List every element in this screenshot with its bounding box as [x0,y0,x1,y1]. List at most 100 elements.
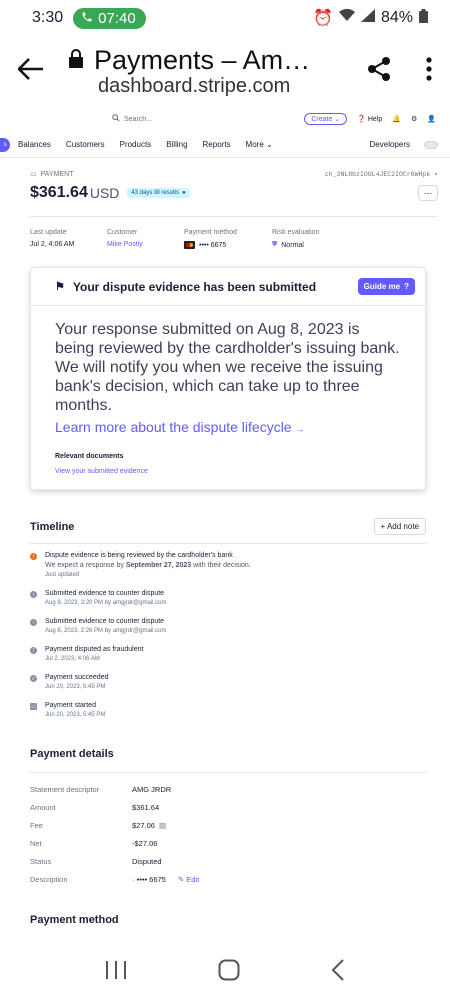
timeline-item: ↑ Submitted evidence to counter dispute … [30,590,438,606]
guide-me-button[interactable]: Guide me? [357,278,415,295]
nav-developers[interactable]: Developers [370,140,410,149]
timeline-item: ! Payment disputed as fraudulent Jul 2, … [30,646,438,662]
timeline-item-title: Payment started [45,702,96,709]
url-text[interactable]: dashboard.stripe.com [98,75,366,98]
timeline-item-sub: We expect a response by September 27, 20… [45,562,251,569]
nav-balances[interactable]: Balances [18,140,51,149]
guide-me-label: Guide me [363,282,401,291]
detail-value: Disputed [132,857,162,866]
last-update-value: Jul 2, 4:06 AM [30,241,75,248]
help-label: Help [367,115,383,123]
search-icon [112,114,120,124]
detail-value: $27.06 [132,821,155,830]
status-badge: 43 days till results ● [127,188,190,198]
dispute-card: ⚑ Your dispute evidence has been submitt… [30,267,426,490]
customer-label: Customer [107,229,138,236]
timeline-item-time: Jul 2, 2023, 4:06 AM [45,656,100,662]
signal-icon [360,9,375,27]
help-button[interactable]: ❓ Help [357,115,383,124]
details-title: Payment details [30,748,114,760]
status-time: 3:30 [32,9,64,26]
divider [30,772,426,773]
dispute-icon: ! [30,647,37,654]
home-icon[interactable] [218,959,240,986]
notifications-icon[interactable]: 🔔 [392,115,401,123]
detail-value: AMG JRDR [132,785,172,794]
submitted-evidence-link[interactable]: View your submitted evidence [55,468,401,475]
dispute-lifecycle-link[interactable]: Learn more about the dispute lifecycle → [55,419,401,435]
search-input[interactable]: Search... [100,114,294,124]
alarm-icon: ⏰ [313,10,333,27]
help-circle-icon: ? [404,282,409,291]
create-button[interactable]: Create ⌄ [304,113,348,125]
nav-customers[interactable]: Customers [66,140,105,149]
timeline-item-time: Just updated [45,572,80,578]
edit-label: Edit [186,875,200,884]
page-title: Payments – Am… [94,44,311,75]
recent-apps-icon[interactable] [105,960,127,985]
nav-products[interactable]: Products [120,140,152,149]
more-actions-button[interactable]: ··· [418,185,438,201]
copy-icon[interactable]: ▪ [434,171,438,178]
dispute-description: Your response submitted on Aug 8, 2023 i… [55,321,400,414]
back-arrow-icon[interactable] [17,57,44,85]
payment-id[interactable]: ch_3NL8bzIOGL4JEC2IOCr6WHpk ▪ [325,171,438,178]
timeline-item-time: Jun 20, 2023, 5:45 PM [45,712,106,718]
check-icon: ✓ [30,675,37,682]
more-vert-icon[interactable] [426,56,432,86]
detail-key: Description [30,875,68,884]
upload-icon: ↑ [30,591,37,598]
sub-date: September 27, 2023 [125,562,192,569]
battery-icon [419,8,428,28]
add-note-button[interactable]: + Add note [373,518,426,535]
payment-label: PAYMENT [40,170,74,178]
nav-billing[interactable]: Billing [166,140,187,149]
dispute-header: ⚑ Your dispute evidence has been submitt… [31,268,425,306]
sub-pre: We expect a response by [45,562,126,569]
arrow-right-icon: → [295,424,305,434]
share-icon[interactable] [366,56,392,87]
detail-key: Status [30,857,52,866]
payment-details: Payment details Statement descriptor AMG … [30,748,438,884]
timeline-item-title: Dispute evidence is being reviewed by th… [45,552,233,559]
main-nav: s Balances Customers Products Billing Re… [0,132,450,158]
status-bar: 3:30 07:40 ⏰ 84% [0,0,450,36]
nav-more[interactable]: More ⌄ [246,140,273,149]
home-tab-indicator[interactable]: s [0,137,10,152]
method-value: •••• 6675 [199,241,227,249]
edit-description-button[interactable]: ✎ Edit [178,875,199,884]
test-mode-toggle[interactable] [424,140,438,149]
mastercard-icon [184,241,195,249]
lock-icon [68,45,84,75]
detail-row: Statement descriptor AMG JRDR [30,785,438,794]
gavel-icon: ⚑ [55,281,65,293]
method-label: Payment method [184,229,237,236]
detail-value: -$27.06 [132,839,158,848]
account-icon[interactable]: 👤 [427,115,436,123]
timeline-item: ▭ Payment started Jun 20, 2023, 5:45 PM [30,702,438,718]
payment-method-title: Payment method [30,914,119,926]
main-content: ▭ PAYMENT ch_3NL8bzIOGL4JEC2IOCr6WHpk ▪ … [0,170,450,926]
detail-value: $361.64 [132,803,160,812]
timeline-header: Timeline + Add note [30,518,438,535]
dispute-body: Your response submitted on Aug 8, 2023 i… [31,306,425,489]
nav-reports[interactable]: Reports [203,140,231,149]
last-update-label: Last update [30,229,67,236]
detail-key: Statement descriptor [30,785,100,794]
detail-row: Description · •••• 6675 ✎ Edit [30,875,438,884]
stripe-topbar: Search... Create ⌄ ❓ Help 🔔 ⚙ 👤 [0,106,450,132]
payment-header: ▭ PAYMENT ch_3NL8bzIOGL4JEC2IOCr6WHpk ▪ [30,170,438,179]
shield-icon: ⛊ [272,241,278,248]
customer-link[interactable]: Mike Postiy [107,241,184,248]
timeline-item: ✓ Payment succeeded Jun 20, 2023, 5:45 P… [30,674,438,690]
detail-key: Net [30,839,42,848]
timeline-item-time: Aug 8, 2023, 2:26 PM by amgjrdr@gmail.co… [45,628,167,634]
receipt-icon[interactable]: ▤ [159,821,166,830]
detail-row: Fee $27.06 ▤ [30,821,438,830]
risk-value: Normal [281,241,304,249]
timeline-title: Timeline [30,520,75,533]
settings-icon[interactable]: ⚙ [411,115,417,123]
call-pill[interactable]: 07:40 [73,7,146,29]
browser-bar: Payments – Am… dashboard.stripe.com [0,36,450,106]
back-icon[interactable] [331,958,345,986]
